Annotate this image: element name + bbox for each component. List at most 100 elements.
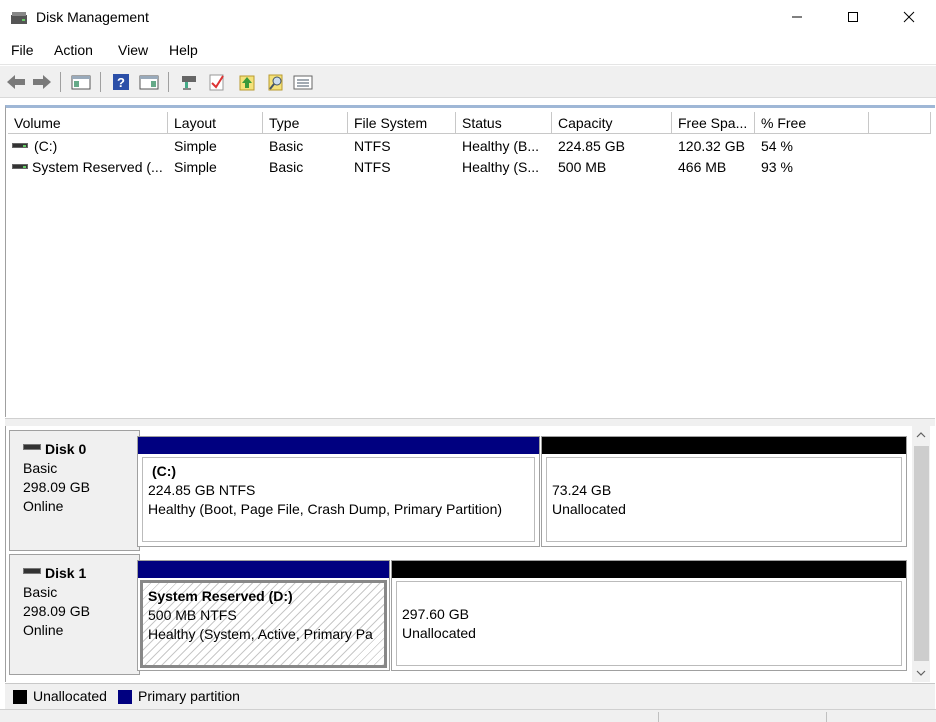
partition-title <box>552 462 896 481</box>
menu-view[interactable]: View <box>118 42 148 58</box>
cell-volume: (C:) <box>34 138 58 154</box>
partition-unallocated[interactable]: 297.60 GB Unallocated <box>391 560 907 671</box>
cell-type: Basic <box>269 159 304 175</box>
cell-layout: Simple <box>174 138 217 154</box>
partition-title: (C:) <box>152 463 177 479</box>
disk-0-label[interactable]: Disk 0 Basic 298.09 GB Online <box>9 430 140 551</box>
disk-pane-scrollbar[interactable] <box>912 426 930 682</box>
cell-status: Healthy (B... <box>462 138 540 154</box>
search-button[interactable] <box>265 71 287 93</box>
disk-status: Online <box>23 498 64 514</box>
column-header-filler <box>869 112 931 134</box>
toolbar: ? <box>0 66 936 98</box>
column-header-volume[interactable]: Volume <box>8 112 168 134</box>
menu-bar: File Action View Help <box>0 37 936 65</box>
partition-title: System Reserved (D:) <box>148 588 293 604</box>
scroll-up-button[interactable] <box>912 426 930 444</box>
cell-capacity: 500 MB <box>558 159 607 175</box>
back-button[interactable] <box>5 71 27 93</box>
menu-help[interactable]: Help <box>169 42 198 58</box>
close-icon <box>903 11 915 23</box>
forward-button[interactable] <box>31 71 53 93</box>
disk-name: Disk 0 <box>45 441 87 457</box>
cell-file-system: NTFS <box>354 138 391 154</box>
disk-management-window: Disk Management File Action View Help ? <box>0 0 936 722</box>
cell-volume: System Reserved (... <box>32 159 163 175</box>
minimize-button[interactable] <box>774 0 820 34</box>
column-header-type[interactable]: Type <box>263 112 348 134</box>
toolbar-separator <box>168 72 169 92</box>
cell-layout: Simple <box>174 159 217 175</box>
properties-pane-icon <box>139 75 159 90</box>
toolbar-separator <box>100 72 101 92</box>
primary-partition-bar <box>138 437 539 454</box>
status-bar <box>0 709 936 722</box>
partition-status: Unallocated <box>402 625 476 641</box>
cell-percent-free: 93 % <box>761 159 793 175</box>
menu-file[interactable]: File <box>11 42 34 58</box>
partition-details: 73.24 GB Unallocated <box>546 457 902 542</box>
partition-unallocated[interactable]: 73.24 GB Unallocated <box>541 436 907 547</box>
column-header-status[interactable]: Status <box>456 112 552 134</box>
volume-list: Volume Layout Type File System Status Ca… <box>5 105 935 417</box>
partition-details: 297.60 GB Unallocated <box>396 581 902 666</box>
disk-1-label[interactable]: Disk 1 Basic 298.09 GB Online <box>9 554 140 675</box>
import-icon <box>239 75 255 91</box>
column-header-layout[interactable]: Layout <box>168 112 263 134</box>
partition-system-reserved[interactable]: System Reserved (D:) 500 MB NTFS Healthy… <box>137 560 390 671</box>
disk-management-app-icon <box>10 10 28 26</box>
check-button[interactable] <box>206 71 228 93</box>
legend-label-unallocated: Unallocated <box>33 688 107 704</box>
legend-swatch-primary <box>118 690 132 704</box>
partition-size: 73.24 GB <box>552 482 612 498</box>
column-header-file-system[interactable]: File System <box>348 112 456 134</box>
disk-size: 298.09 GB <box>23 603 90 619</box>
cell-capacity: 224.85 GB <box>558 138 625 154</box>
close-button[interactable] <box>886 0 932 34</box>
partition-size: 500 MB NTFS <box>148 607 237 623</box>
help-icon: ? <box>113 74 129 90</box>
column-header-percent-free[interactable]: % Free <box>755 112 869 134</box>
disk-icon <box>23 444 41 450</box>
disk-type: Basic <box>23 460 58 476</box>
list-view-button[interactable] <box>292 71 314 93</box>
partition-details-selected: System Reserved (D:) 500 MB NTFS Healthy… <box>140 580 387 668</box>
disk-map-pane: Disk 0 Basic 298.09 GB Online (C:) 224.8… <box>5 426 935 682</box>
cell-type: Basic <box>269 138 304 154</box>
maximize-icon <box>848 12 858 22</box>
svg-text:?: ? <box>117 75 125 90</box>
legend-label-primary: Primary partition <box>138 688 240 704</box>
menu-action[interactable]: Action <box>54 42 93 58</box>
import-button[interactable] <box>236 71 258 93</box>
partition-status: Unallocated <box>552 501 626 517</box>
pane-splitter[interactable] <box>5 418 935 426</box>
scroll-down-button[interactable] <box>912 664 930 682</box>
partition-status: Healthy (Boot, Page File, Crash Dump, Pr… <box>148 501 503 517</box>
unallocated-bar <box>392 561 906 578</box>
partition-details: (C:) 224.85 GB NTFS Healthy (Boot, Page … <box>142 457 535 542</box>
show-hide-action-pane-button[interactable] <box>138 71 160 93</box>
scroll-thumb[interactable] <box>914 446 929 661</box>
disk-status: Online <box>23 622 64 638</box>
unallocated-bar <box>542 437 906 454</box>
partition-c[interactable]: (C:) 224.85 GB NTFS Healthy (Boot, Page … <box>137 436 540 547</box>
partition-status: Healthy (System, Active, Primary Pa <box>148 626 373 642</box>
chevron-up-icon <box>916 432 926 438</box>
column-header-capacity[interactable]: Capacity <box>552 112 672 134</box>
back-icon <box>7 75 25 89</box>
cell-free-space: 466 MB <box>678 159 727 175</box>
disk-icon <box>23 568 41 574</box>
table-row[interactable]: (C:) Simple Basic NTFS Healthy (B... 224… <box>6 136 931 157</box>
volume-icon <box>12 143 28 148</box>
maximize-button[interactable] <box>830 0 876 34</box>
help-button[interactable]: ? <box>110 71 132 93</box>
connect-button[interactable] <box>178 71 200 93</box>
console-tree-icon <box>71 75 91 90</box>
cell-free-space: 120.32 GB <box>678 138 745 154</box>
checkmark-icon <box>209 74 224 91</box>
show-hide-console-tree-button[interactable] <box>70 71 92 93</box>
table-row[interactable]: System Reserved (... Simple Basic NTFS H… <box>6 157 931 178</box>
column-header-free-space[interactable]: Free Spa... <box>672 112 755 134</box>
legend-swatch-unallocated <box>13 690 27 704</box>
forward-icon <box>33 75 51 89</box>
